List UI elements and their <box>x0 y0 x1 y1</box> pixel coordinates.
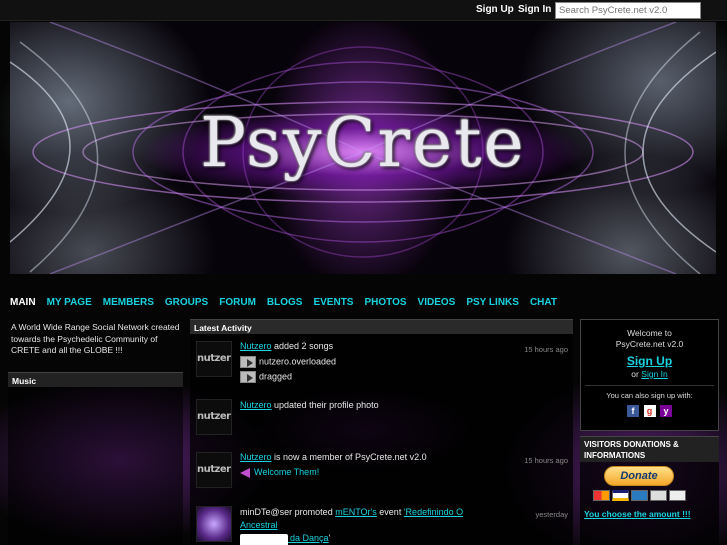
donations-header: VISITORS DONATIONS & INFORMATIONS <box>580 436 719 462</box>
thumbnail-logo: nutzero <box>197 353 231 364</box>
thumbnail-logo: nutzero <box>197 464 231 475</box>
song-title: nutzero.overloaded <box>259 356 337 367</box>
user-name[interactable]: minDTe@ser <box>240 507 292 517</box>
activity-text: event <box>379 507 402 517</box>
target-user-link[interactable]: mENTOr's <box>335 507 377 517</box>
activity-item: nutzero Nutzero added 2 songs 15 hours a… <box>196 341 572 386</box>
nav-chat[interactable]: CHAT <box>530 297 557 308</box>
user-link[interactable]: Nutzero <box>240 341 272 351</box>
signup-link[interactable]: Sign Up <box>476 4 514 15</box>
activity-text: updated their profile photo <box>274 400 379 410</box>
activity-text: added 2 songs <box>274 341 334 351</box>
nav-blogs[interactable]: BLOGS <box>267 297 303 308</box>
visa-icon <box>612 490 629 501</box>
bank-icon <box>669 490 686 501</box>
user-link[interactable]: Nutzero <box>240 400 272 410</box>
user-avatar[interactable] <box>196 506 232 542</box>
event-quote: ' <box>328 533 331 543</box>
nav-videos[interactable]: VIDEOS <box>418 297 456 308</box>
user-thumbnail[interactable]: nutzero <box>196 341 232 377</box>
welcome-site-name: PsyCrete.net v2.0 <box>615 339 684 349</box>
search-input[interactable] <box>555 2 701 19</box>
nav-events[interactable]: EVENTS <box>313 297 353 308</box>
welcome-signin-link[interactable]: Sign In <box>641 369 667 379</box>
user-thumbnail[interactable]: nutzero <box>196 399 232 435</box>
header-banner: PsyCrete <box>10 22 716 274</box>
or-label: or <box>631 369 639 379</box>
nav-main[interactable]: MAIN <box>10 297 36 308</box>
welcome-box: Welcome to PsyCrete.net v2.0 Sign Up or … <box>580 319 719 431</box>
divider <box>585 385 714 386</box>
top-bar: Sign Up Sign In <box>0 0 727 21</box>
megaphone-icon <box>240 467 250 478</box>
thumbnail-logo: nutzero <box>197 411 231 422</box>
facebook-icon[interactable]: f <box>626 405 639 417</box>
timestamp: yesterday <box>535 510 568 519</box>
payment-cards <box>593 490 688 502</box>
site-logo[interactable]: PsyCrete <box>10 104 716 183</box>
signin-link[interactable]: Sign In <box>518 4 551 15</box>
amex-icon <box>631 490 648 501</box>
play-icon[interactable] <box>240 356 256 368</box>
donation-amount-link[interactable]: You choose the amount !!! <box>584 509 691 519</box>
nav-members[interactable]: MEMBERS <box>103 297 154 308</box>
activity-text: promoted <box>294 507 333 517</box>
activity-item: nutzero Nutzero updated their profile ph… <box>196 399 572 439</box>
user-link[interactable]: Nutzero <box>240 452 272 462</box>
user-thumbnail[interactable]: nutzero <box>196 452 232 488</box>
timestamp: 15 hours ago <box>524 456 568 465</box>
nav-my-page[interactable]: MY PAGE <box>47 297 92 308</box>
welcome-them-link[interactable]: Welcome Them! <box>254 467 319 477</box>
donate-button[interactable]: Donate <box>604 466 674 486</box>
social-signup-text: You can also sign up with: <box>606 391 693 400</box>
nav-psy-links[interactable]: PSY LINKS <box>466 297 519 308</box>
activity-item: nutzero Nutzero is now a member of PsyCr… <box>196 452 572 492</box>
activity-header: Latest Activity <box>190 319 573 334</box>
welcome-line: Welcome to <box>627 328 672 338</box>
song-title: dragged <box>259 371 293 382</box>
welcome-signup-link[interactable]: Sign Up <box>627 354 672 368</box>
main-nav: MAIN MY PAGE MEMBERS GROUPS FORUM BLOGS … <box>10 293 716 311</box>
yahoo-icon[interactable]: y <box>660 405 673 417</box>
nav-groups[interactable]: GROUPS <box>165 297 208 308</box>
play-icon[interactable] <box>240 371 256 383</box>
timestamp: 15 hours ago <box>524 345 568 354</box>
nav-photos[interactable]: PHOTOS <box>364 297 406 308</box>
activity-item: minDTe@ser promoted mENTOr's event 'Rede… <box>196 506 572 545</box>
discover-icon <box>650 490 667 501</box>
event-image[interactable] <box>240 534 288 545</box>
site-intro-text: A World Wide Range Social Network create… <box>11 322 180 355</box>
mastercard-icon <box>593 490 610 501</box>
nav-forum[interactable]: FORUM <box>219 297 256 308</box>
activity-text: is now a member of PsyCrete.net v2.0 <box>274 452 427 462</box>
google-icon[interactable]: g <box>643 405 656 417</box>
music-header: Music <box>8 372 183 387</box>
music-player-area[interactable] <box>8 387 183 545</box>
